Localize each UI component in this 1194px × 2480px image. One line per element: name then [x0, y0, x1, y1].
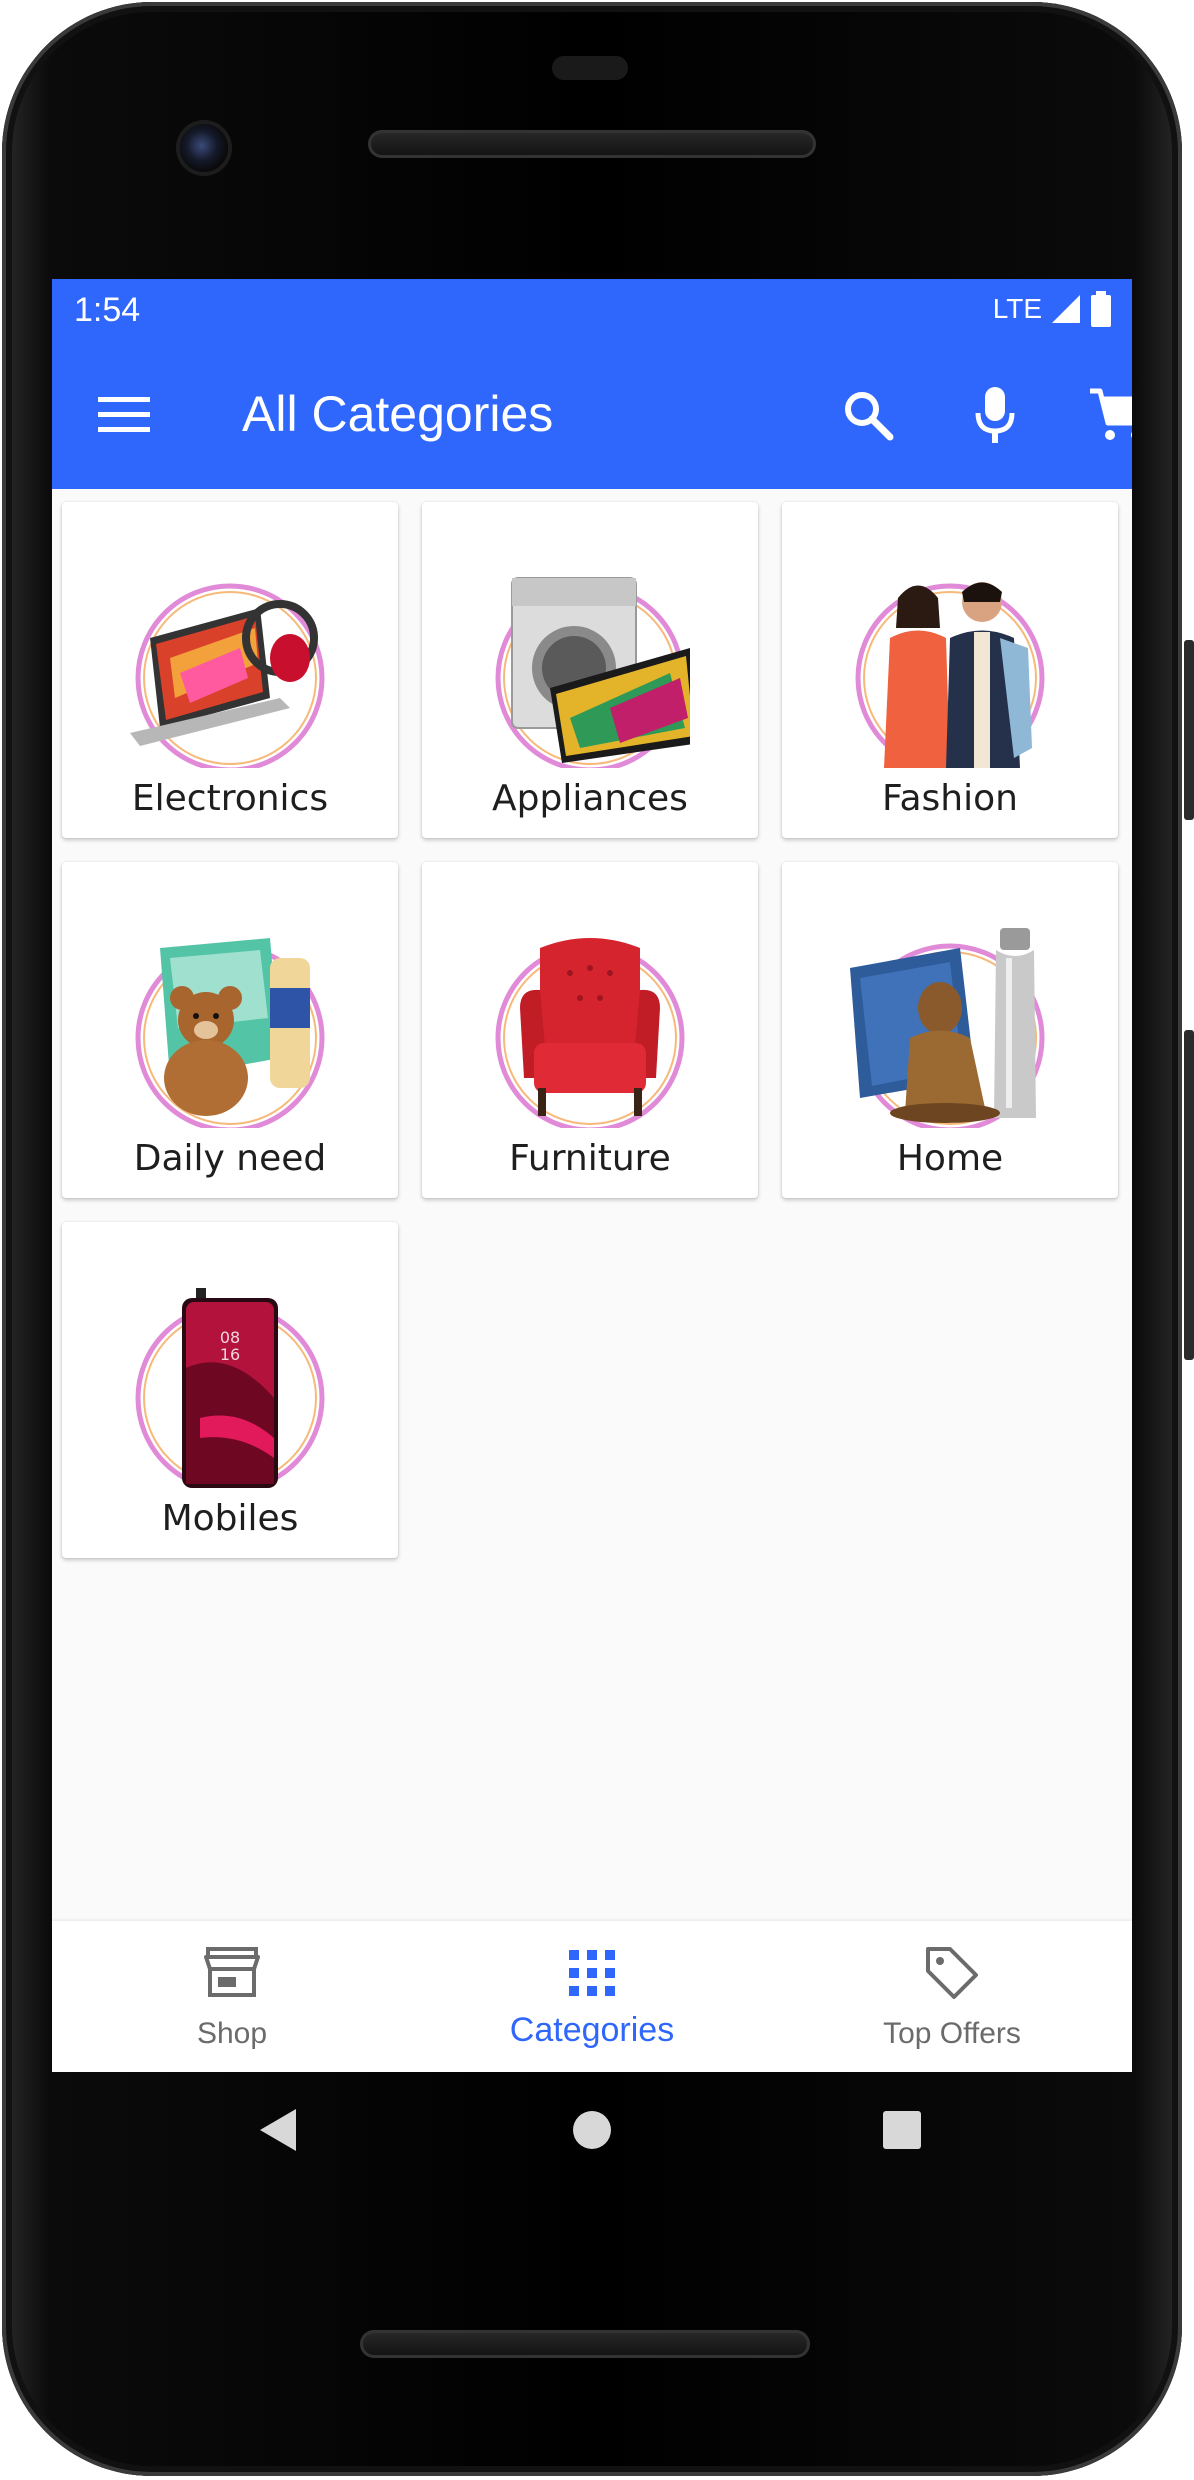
category-label: Daily need: [133, 1138, 327, 1179]
status-indicators: LTE: [993, 289, 1112, 329]
armchair-image: [495, 938, 685, 1128]
mic-icon: [975, 387, 1015, 443]
page-title: All Categories: [242, 386, 554, 442]
laptop-headphones-image: [130, 583, 325, 768]
network-type: LTE: [992, 293, 1042, 324]
fashion-couple-image: [855, 582, 1045, 768]
category-card-electronics[interactable]: Electronics: [62, 502, 398, 838]
back-button[interactable]: [238, 2090, 318, 2170]
category-card-appliances[interactable]: Appliances: [422, 502, 758, 838]
category-label: Furniture: [509, 1138, 671, 1179]
volume-button: [1184, 1030, 1194, 1360]
home-button[interactable]: [552, 2090, 632, 2170]
nav-label: Shop: [196, 2017, 268, 2050]
teddy-diapers-image: [135, 938, 325, 1128]
top-sensor: [552, 56, 628, 80]
recents-button[interactable]: [862, 2090, 942, 2170]
menu-icon: [98, 397, 150, 432]
search-button[interactable]: [832, 379, 904, 451]
home-decor-image: [850, 928, 1045, 1128]
nav-item-categories[interactable]: Categories: [412, 1921, 772, 2072]
category-label: Mobiles: [161, 1498, 299, 1539]
nav-label: Categories: [509, 2011, 675, 2049]
nav-label: Top Offers: [883, 2017, 1021, 2050]
battery-icon: [1091, 291, 1111, 327]
status-time: 1:54: [74, 291, 141, 329]
screen: 1:54 LTE All Categories Electronics Appl…: [52, 279, 1132, 2072]
category-label: Appliances: [492, 778, 688, 819]
category-label: Fashion: [882, 778, 1018, 819]
cart-button[interactable]: [1082, 379, 1132, 451]
back-icon: [260, 2109, 296, 2151]
cart-icon: [1090, 388, 1132, 440]
smartphone-image: 08 16: [135, 1288, 325, 1488]
category-card-daily-need[interactable]: Daily need: [62, 862, 398, 1198]
recents-icon: [883, 2111, 921, 2149]
bottom-navigation: Shop Categories Top Offers: [52, 1921, 1132, 2072]
category-card-fashion[interactable]: Fashion: [782, 502, 1118, 838]
bottom-speaker: [360, 2330, 810, 2358]
tag-icon: [922, 1943, 982, 2003]
category-label: Electronics: [131, 778, 329, 819]
voice-search-button[interactable]: [959, 379, 1031, 451]
phone-frame: 1:54 LTE All Categories Electronics Appl…: [0, 0, 1194, 2480]
washer-tv-image: [495, 577, 690, 768]
nav-item-shop[interactable]: Shop: [52, 1921, 412, 2072]
power-button: [1184, 640, 1194, 820]
category-label: Home: [896, 1138, 1004, 1179]
category-card-furniture[interactable]: Furniture: [422, 862, 758, 1198]
category-card-mobiles[interactable]: 08 16 Mobiles: [62, 1222, 398, 1558]
status-bar: 1:54 LTE: [52, 279, 1132, 341]
home-circle-icon: [573, 2111, 611, 2149]
grid-icon: [562, 1943, 622, 2003]
signal-icon: [1052, 295, 1080, 323]
search-icon: [845, 392, 894, 441]
front-camera: [180, 124, 228, 172]
svg-text:16: 16: [220, 1345, 240, 1364]
category-card-home[interactable]: Home: [782, 862, 1118, 1198]
system-navigation: [52, 2072, 1132, 2202]
top-speaker: [368, 130, 816, 158]
app-bar: All Categories: [52, 341, 1132, 489]
menu-button[interactable]: [92, 383, 156, 447]
nav-item-top-offers[interactable]: Top Offers: [772, 1921, 1132, 2072]
store-icon: [202, 1943, 262, 2003]
